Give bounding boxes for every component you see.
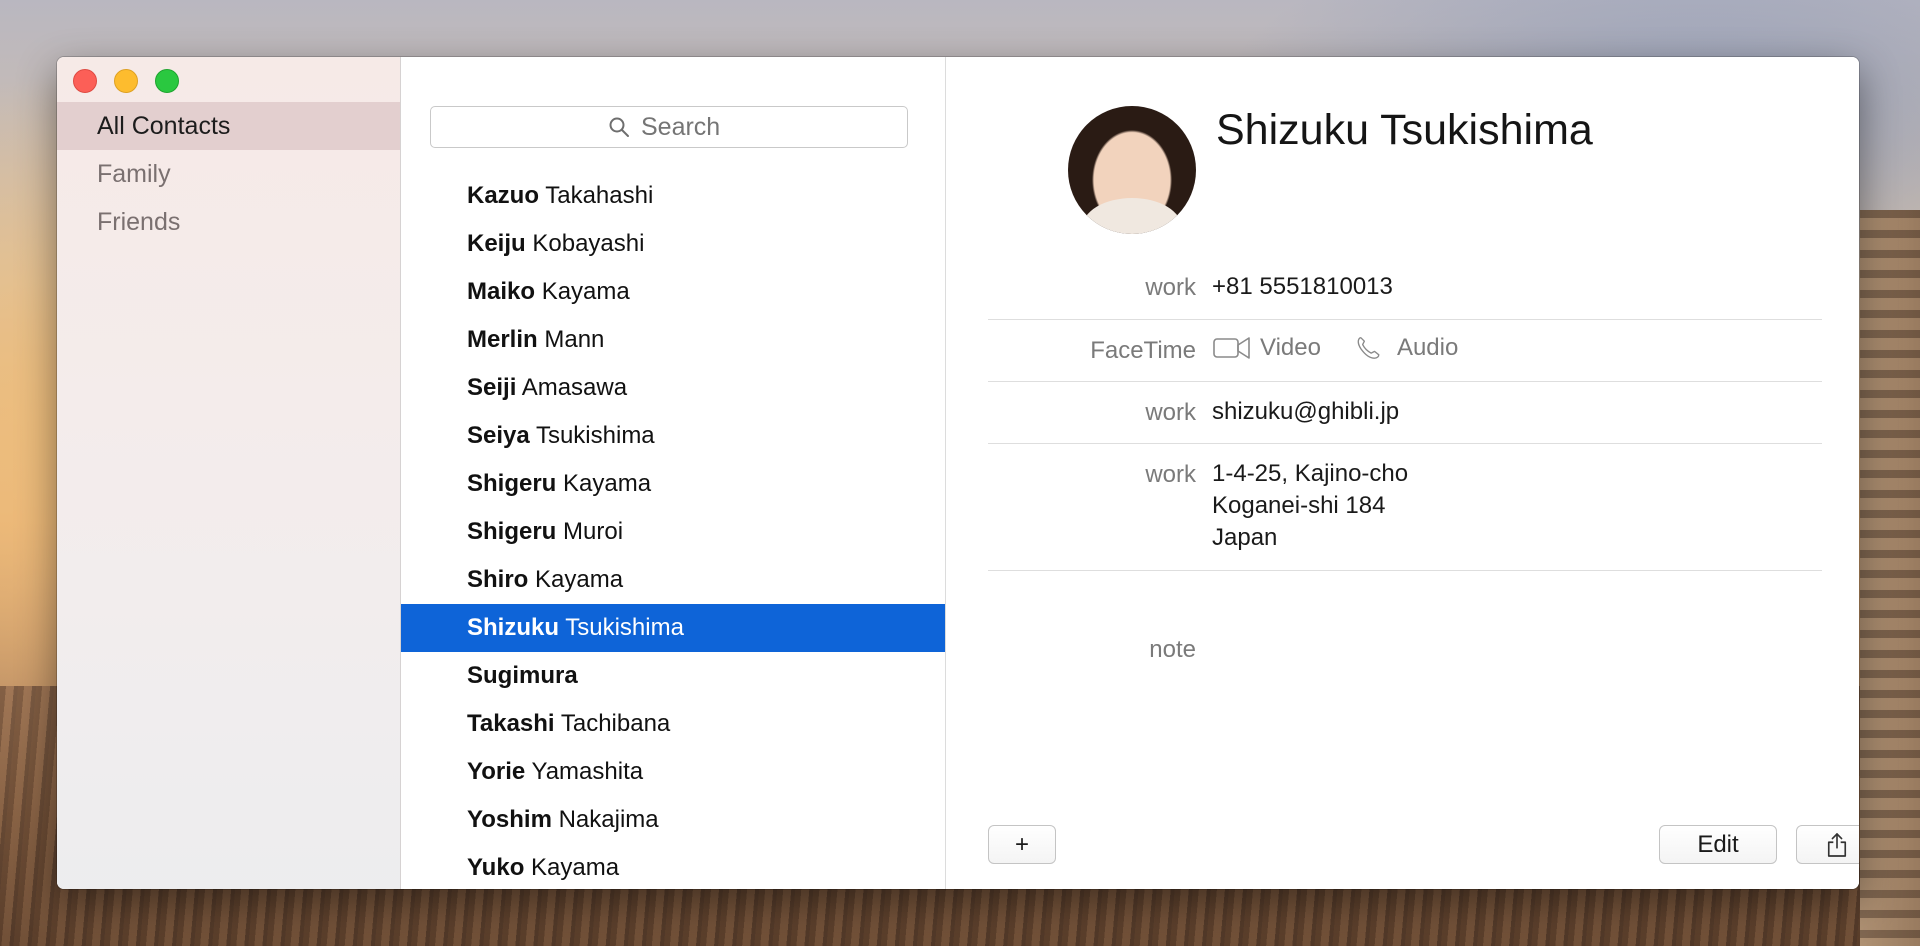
group-list: All Contacts Family Friends xyxy=(57,102,400,246)
maximize-window-button[interactable] xyxy=(155,69,179,93)
close-window-button[interactable] xyxy=(73,69,97,93)
contact-row[interactable]: Kazuo Takahashi xyxy=(401,172,945,220)
contact-last-name: Kayama xyxy=(563,470,652,497)
contact-last-name: Kayama xyxy=(535,566,624,593)
edit-button[interactable]: Edit xyxy=(1659,825,1777,864)
contact-list: Kazuo Takahashi Keiju Kobayashi Maiko Ka… xyxy=(401,172,945,889)
share-button[interactable] xyxy=(1796,825,1859,864)
contact-first-name: Seiya xyxy=(467,422,530,449)
contact-first-name: Yoshim xyxy=(467,806,552,833)
contact-first-name: Sugimura xyxy=(467,662,578,689)
contact-last-name: Tsukishima xyxy=(565,614,684,641)
contact-row[interactable]: Keiju Kobayashi xyxy=(401,220,945,268)
phone-label: work xyxy=(1145,274,1196,301)
contact-row[interactable]: Yoshim Nakajima xyxy=(401,796,945,844)
address-value[interactable]: 1-4-25, Kajino-cho Koganei-shi 184 Japan xyxy=(1212,458,1408,554)
facetime-label: FaceTime xyxy=(1090,337,1196,364)
contact-first-name: Maiko xyxy=(467,278,536,305)
facetime-audio-label[interactable]: Audio xyxy=(1397,332,1458,364)
contact-row[interactable]: Seiji Amasawa xyxy=(401,364,945,412)
contact-row-selected[interactable]: Shizuku Tsukishima xyxy=(401,604,945,652)
contact-last-name: Kayama xyxy=(531,854,620,881)
address-line-2: Koganei-shi 184 xyxy=(1212,492,1386,519)
contact-first-name: Yuko xyxy=(467,854,525,881)
phone-row: work +81 5551810013 xyxy=(988,262,1822,320)
contact-row[interactable]: Maiko Kayama xyxy=(401,268,945,316)
facetime-row: FaceTime Video Audio xyxy=(988,320,1822,382)
desktop-wallpaper-cliff xyxy=(1860,210,1920,946)
contact-first-name: Shiro xyxy=(467,566,529,593)
email-row: work shizuku@ghibli.jp xyxy=(988,382,1822,444)
facetime-video-label[interactable]: Video xyxy=(1260,332,1321,364)
contact-row[interactable]: Yuko Kayama xyxy=(401,844,945,889)
avatar[interactable] xyxy=(1068,106,1196,234)
contact-first-name: Takashi xyxy=(467,710,555,737)
group-all-contacts[interactable]: All Contacts xyxy=(57,102,400,150)
contact-last-name: Amasawa xyxy=(521,374,628,401)
group-family[interactable]: Family xyxy=(57,150,400,198)
contacts-window: All Contacts Family Friends Kazuo Takaha… xyxy=(57,57,1859,889)
search-input[interactable] xyxy=(641,112,731,142)
contact-last-name: Nakajima xyxy=(558,806,659,833)
video-camera-icon[interactable] xyxy=(1212,333,1252,363)
contact-first-name: Shigeru xyxy=(467,470,557,497)
contact-row[interactable]: Sugimura xyxy=(401,652,945,700)
contact-last-name: Takahashi xyxy=(545,182,654,209)
contact-first-name: Shigeru xyxy=(467,518,557,545)
share-icon xyxy=(1827,832,1847,857)
contact-row[interactable]: Merlin Mann xyxy=(401,316,945,364)
address-line-1: 1-4-25, Kajino-cho xyxy=(1212,460,1409,487)
contact-detail-pane: Shizuku Tsukishima work +81 5551810013 F… xyxy=(946,57,1859,889)
address-label: work xyxy=(1145,461,1196,488)
address-line-3: Japan xyxy=(1212,524,1278,551)
search-field[interactable] xyxy=(430,106,908,148)
email-value[interactable]: shizuku@ghibli.jp xyxy=(1212,396,1399,428)
contact-row[interactable]: Shigeru Muroi xyxy=(401,508,945,556)
contact-last-name: Kobayashi xyxy=(532,230,645,257)
contact-last-name: Yamashita xyxy=(531,758,644,785)
contact-first-name: Seiji xyxy=(467,374,517,401)
contact-row[interactable]: Takashi Tachibana xyxy=(401,700,945,748)
contact-row[interactable]: Seiya Tsukishima xyxy=(401,412,945,460)
minimize-window-button[interactable] xyxy=(114,69,138,93)
contact-first-name: Keiju xyxy=(467,230,526,257)
facetime-actions: Video Audio xyxy=(1212,332,1458,364)
contact-last-name: Tachibana xyxy=(560,710,671,737)
contact-first-name: Yorie xyxy=(467,758,526,785)
contact-first-name: Merlin xyxy=(467,326,538,353)
contact-last-name: Mann xyxy=(544,326,605,353)
email-label: work xyxy=(1145,399,1196,426)
contact-row[interactable]: Yorie Yamashita xyxy=(401,748,945,796)
contact-first-name: Shizuku xyxy=(467,614,560,641)
contact-row[interactable]: Shigeru Kayama xyxy=(401,460,945,508)
contact-last-name: Tsukishima xyxy=(535,422,655,449)
add-contact-button[interactable]: + xyxy=(988,825,1056,864)
phone-handset-icon[interactable] xyxy=(1355,333,1389,363)
avatar-shoulders xyxy=(1082,198,1182,234)
note-label: note xyxy=(1149,636,1196,663)
contact-last-name: Kayama xyxy=(541,278,630,305)
contact-first-name: Kazuo xyxy=(467,182,539,209)
address-row: work 1-4-25, Kajino-cho Koganei-shi 184 … xyxy=(988,444,1822,571)
contact-name: Shizuku Tsukishima xyxy=(1216,106,1593,154)
contact-list-pane: Kazuo Takahashi Keiju Kobayashi Maiko Ka… xyxy=(401,57,946,889)
note-row: note xyxy=(988,571,1822,663)
window-controls xyxy=(73,69,179,93)
contact-last-name: Muroi xyxy=(563,518,624,545)
contact-row[interactable]: Shiro Kayama xyxy=(401,556,945,604)
phone-value[interactable]: +81 5551810013 xyxy=(1212,271,1393,303)
group-friends[interactable]: Friends xyxy=(57,198,400,246)
groups-sidebar: All Contacts Family Friends xyxy=(57,57,401,889)
search-icon xyxy=(609,117,629,137)
